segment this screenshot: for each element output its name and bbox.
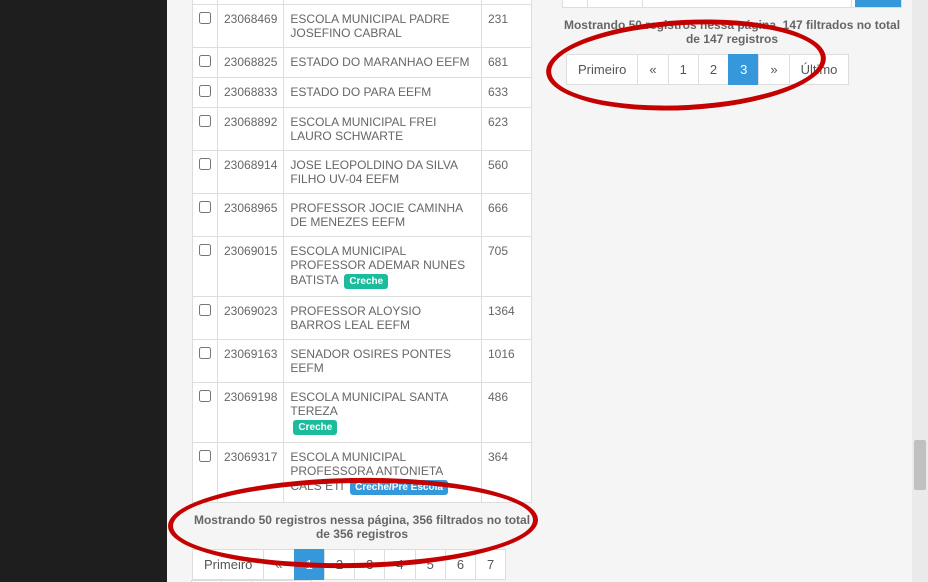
row-name: SENADOR OSIRES PONTES EEFM [284, 340, 482, 383]
row-count: 231 [482, 5, 532, 48]
scrollbar-track[interactable] [912, 0, 928, 582]
row-name: ESTADO DO MARANHAO EEFM [284, 48, 482, 78]
row-name: ESCOLA MUNICIPAL SANTA TEREZACreche [284, 383, 482, 443]
row-count: 486 [482, 383, 532, 443]
row-code: 23069163 [218, 340, 284, 383]
table-row: 23069317ESCOLA MUNICIPAL PROFESSORA ANTO… [193, 443, 532, 503]
row-code: 23068833 [218, 78, 284, 108]
table-row: 23068825ESTADO DO MARANHAO EEFM681 [193, 48, 532, 78]
row-checkbox[interactable] [199, 347, 211, 359]
scrollbar-thumb[interactable] [914, 440, 926, 490]
row-badge: Creche [344, 274, 388, 289]
pagination-prev[interactable]: « [637, 54, 668, 85]
right-panel: 5... Mostrando 50 registros nessa página… [562, 0, 902, 95]
row-checkbox[interactable] [199, 12, 211, 24]
pagination-page[interactable]: 7 [475, 549, 506, 580]
row-name: PROFESSOR JOCIE CAMINHA DE MENEZES EEFM [284, 194, 482, 237]
row-code [588, 0, 643, 8]
row-code: 23068965 [218, 194, 284, 237]
row-count: 364 [482, 443, 532, 503]
row-code: 23068892 [218, 108, 284, 151]
row-count: 633 [482, 78, 532, 108]
pagination-first[interactable]: Primeiro [192, 549, 264, 580]
row-count: 560 [482, 151, 532, 194]
row-checkbox[interactable] [199, 55, 211, 67]
pagination-page[interactable]: 2 [698, 54, 729, 85]
row-name: ESCOLA MUNICIPAL PADRE JOSEFINO CABRAL [284, 5, 482, 48]
row-checkbox[interactable] [199, 244, 211, 256]
row-checkbox[interactable] [199, 390, 211, 402]
row-count: 681 [482, 48, 532, 78]
right-table: 5... [562, 0, 902, 8]
dark-sidebar [0, 0, 167, 582]
pagination-page[interactable]: 3 [354, 549, 385, 580]
left-summary: Mostrando 50 registros nessa página, 356… [192, 513, 532, 541]
row-badge: 5... [855, 0, 901, 7]
right-pagination: Primeiro«123»Último [566, 54, 902, 85]
row-name: ESCOLA MUNICIPAL FREI LAURO SCHWARTE [284, 108, 482, 151]
table-row: 23068469ESCOLA MUNICIPAL PADRE JOSEFINO … [193, 5, 532, 48]
table-row: 23068833ESTADO DO PARA EEFM633 [193, 78, 532, 108]
pagination-next[interactable]: » [758, 54, 789, 85]
row-code: 23069198 [218, 383, 284, 443]
row-name: PROFESSOR ALOYSIO BARROS LEAL EEFM [284, 297, 482, 340]
row-checkbox[interactable] [199, 201, 211, 213]
pagination-last[interactable]: Último [789, 54, 850, 85]
row-checkbox[interactable] [199, 450, 211, 462]
pagination-page[interactable]: 1 [668, 54, 699, 85]
row-name: ESCOLA MUNICIPAL PROFESSORA ANTONIETA CA… [284, 443, 482, 503]
row-count: 666 [482, 194, 532, 237]
row-count: 1016 [482, 340, 532, 383]
table-row: 23069163SENADOR OSIRES PONTES EEFM1016 [193, 340, 532, 383]
table-row: 5... [563, 0, 902, 8]
row-checkbox[interactable] [199, 158, 211, 170]
row-code: 23069015 [218, 237, 284, 297]
content-area: CARVALHO23068469ESCOLA MUNICIPAL PADRE J… [167, 0, 928, 582]
row-checkbox[interactable] [199, 304, 211, 316]
table-row: 23068892ESCOLA MUNICIPAL FREI LAURO SCHW… [193, 108, 532, 151]
pagination-prev[interactable]: « [263, 549, 294, 580]
row-name [643, 0, 852, 8]
pagination-page[interactable]: 5 [415, 549, 446, 580]
table-row: 23069198ESCOLA MUNICIPAL SANTA TEREZACre… [193, 383, 532, 443]
pagination-page[interactable]: 3 [728, 54, 759, 85]
row-checkbox[interactable] [199, 85, 211, 97]
pagination-page[interactable]: 2 [324, 549, 355, 580]
pagination-page[interactable]: 1 [294, 549, 325, 580]
table-row: 23069023PROFESSOR ALOYSIO BARROS LEAL EE… [193, 297, 532, 340]
row-name: ESTADO DO PARA EEFM [284, 78, 482, 108]
table-row: 23068965PROFESSOR JOCIE CAMINHA DE MENEZ… [193, 194, 532, 237]
row-code: 23068914 [218, 151, 284, 194]
left-table: CARVALHO23068469ESCOLA MUNICIPAL PADRE J… [192, 0, 532, 503]
row-code: 23068469 [218, 5, 284, 48]
pagination-page[interactable]: 6 [445, 549, 476, 580]
row-code: 23068825 [218, 48, 284, 78]
row-count: 705 [482, 237, 532, 297]
right-summary: Mostrando 50 registros nessa página, 147… [562, 18, 902, 46]
table-row: 23068914JOSE LEOPOLDINO DA SILVA FILHO U… [193, 151, 532, 194]
row-count: 1364 [482, 297, 532, 340]
row-badge: Creche/Pré Escola [350, 480, 448, 495]
row-code: 23069317 [218, 443, 284, 503]
row-name: ESCOLA MUNICIPAL PROFESSOR ADEMAR NUNES … [284, 237, 482, 297]
pagination-page[interactable]: 4 [384, 549, 415, 580]
left-pagination: Primeiro«12345678»Último [192, 549, 532, 582]
pagination-first[interactable]: Primeiro [566, 54, 638, 85]
row-badge: Creche [293, 420, 337, 435]
row-name: JOSE LEOPOLDINO DA SILVA FILHO UV-04 EEF… [284, 151, 482, 194]
row-checkbox[interactable] [199, 115, 211, 127]
row-count: 623 [482, 108, 532, 151]
row-code: 23069023 [218, 297, 284, 340]
left-panel: CARVALHO23068469ESCOLA MUNICIPAL PADRE J… [192, 0, 532, 582]
table-row: 23069015ESCOLA MUNICIPAL PROFESSOR ADEMA… [193, 237, 532, 297]
